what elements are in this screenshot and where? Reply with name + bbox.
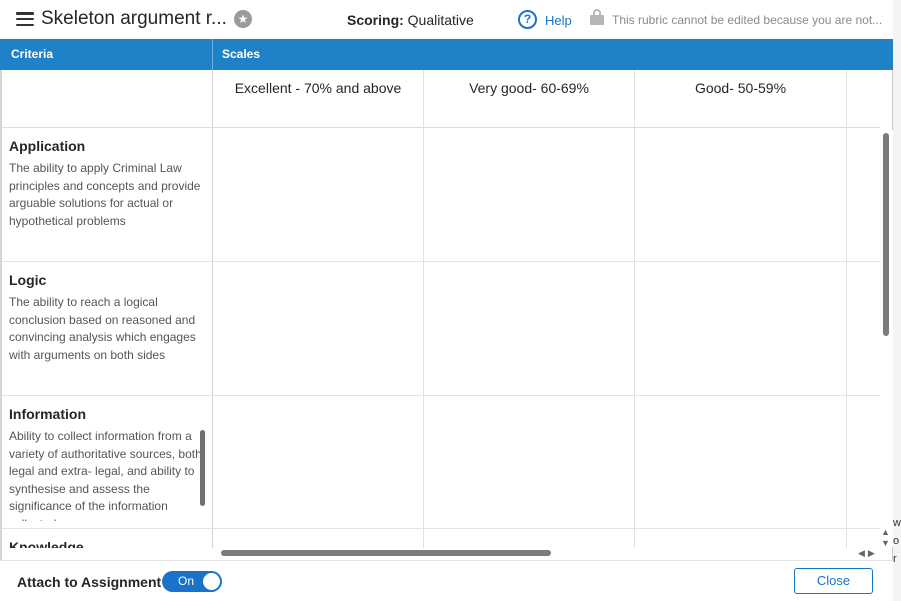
score-cell[interactable] (635, 529, 847, 548)
scales-header-row: Excellent - 70% and above Very good- 60-… (213, 70, 880, 128)
score-cell[interactable] (847, 262, 880, 395)
rubric-title: Skeleton argument r... (41, 8, 227, 29)
score-cell[interactable] (213, 262, 424, 395)
attach-to-assignment-label: Attach to Assignment (17, 574, 162, 590)
scale-header: Very good- 60-69% (424, 70, 635, 128)
rubric-grid: Application The ability to apply Crimina… (0, 70, 880, 548)
scoring-value: Qualitative (407, 12, 474, 28)
criterion-row: Information Ability to collect informati… (2, 396, 213, 529)
horizontal-scroll-arrows-icon[interactable]: ◀▶ (858, 548, 878, 559)
criteria-column: Application The ability to apply Crimina… (2, 70, 213, 548)
score-cell[interactable] (213, 128, 424, 261)
score-cell[interactable] (635, 396, 847, 528)
score-row (213, 128, 880, 262)
criteria-column-header: Criteria (11, 47, 54, 61)
criterion-row: Application The ability to apply Crimina… (2, 128, 213, 262)
score-row (213, 396, 880, 529)
criterion-name: Knowledge (9, 539, 84, 548)
scale-header: Excellent - 70% and above (213, 70, 424, 128)
criterion-name: Application (9, 138, 86, 154)
score-cell[interactable] (847, 529, 880, 548)
help-link[interactable]: Help (545, 13, 572, 28)
scale-header: Good- 50-59% (635, 70, 847, 128)
score-cell[interactable] (424, 262, 635, 395)
scale-header-partial (847, 70, 880, 128)
criterion-name: Information (9, 406, 86, 422)
close-button[interactable]: Close (794, 568, 873, 594)
lock-message: This rubric cannot be edited because you… (612, 13, 883, 27)
score-cell[interactable] (635, 262, 847, 395)
backdrop-text-fragment: o (893, 535, 900, 547)
dialog-header: Skeleton argument r... ★ Scoring: Qualit… (0, 0, 893, 39)
rubric-dialog: Skeleton argument r... ★ Scoring: Qualit… (0, 0, 893, 601)
backdrop-text-fragment: w (893, 517, 901, 529)
score-cell[interactable] (424, 128, 635, 261)
column-divider (212, 39, 213, 70)
criteria-header-blank (2, 70, 213, 128)
toggle-state-label: On (178, 574, 195, 588)
table-header-bar: Criteria Scales (0, 39, 893, 70)
score-cell[interactable] (213, 529, 424, 548)
score-row (213, 529, 880, 548)
score-cell[interactable] (847, 128, 880, 261)
page-backdrop (893, 0, 901, 601)
dialog-footer: Attach to Assignment On Close (0, 560, 893, 601)
criterion-description: The ability to reach a logical conclusio… (9, 295, 196, 362)
lock-icon (590, 9, 604, 25)
criterion-row: Knowledge (2, 529, 213, 548)
criterion-description: The ability to apply Criminal Law princi… (9, 161, 201, 228)
score-row (213, 262, 880, 396)
criterion-row: Logic The ability to reach a logical con… (2, 262, 213, 396)
score-cell[interactable] (424, 529, 635, 548)
score-cell[interactable] (635, 128, 847, 261)
score-cell[interactable] (213, 396, 424, 528)
help-icon[interactable]: ? (518, 10, 537, 29)
hamburger-menu-icon[interactable] (16, 12, 34, 27)
star-icon[interactable]: ★ (234, 10, 252, 28)
score-cell[interactable] (424, 396, 635, 528)
horizontal-scrollbar-thumb[interactable] (221, 550, 551, 556)
vertical-scrollbar-thumb[interactable] (883, 133, 889, 336)
attach-toggle[interactable]: On (162, 571, 222, 592)
scales-column-header: Scales (222, 47, 261, 61)
vertical-scroll-arrows-icon[interactable]: ▲ ▼ (881, 527, 890, 549)
score-cell[interactable] (847, 396, 880, 528)
backdrop-text-fragment: r (893, 553, 897, 565)
scoring-indicator: Scoring: Qualitative (347, 12, 474, 28)
scoring-label: Scoring: (347, 12, 404, 28)
criterion-description[interactable]: Ability to collect information from a va… (9, 428, 204, 521)
toggle-knob (203, 573, 220, 590)
criterion-name: Logic (9, 272, 47, 288)
description-scrollbar[interactable] (200, 430, 205, 506)
